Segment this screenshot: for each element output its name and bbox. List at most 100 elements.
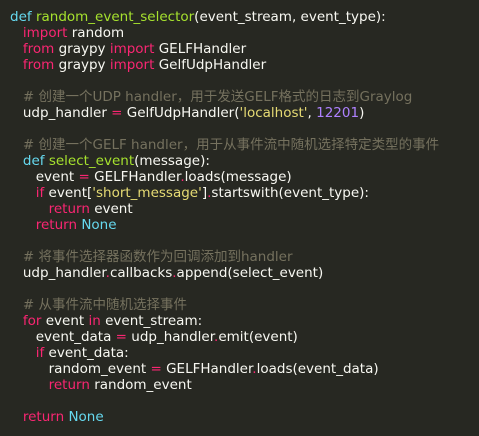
code-token: return [48, 201, 90, 217]
code-token: import [109, 41, 155, 57]
code-line: event_data = udp_handler.emit(event) [10, 329, 479, 345]
code-token: 'short_message' [92, 185, 202, 201]
code-token: if [35, 345, 45, 361]
code-line: # 创建一个UDP handler，用于发送GELF格式的日志到Graylog [10, 89, 479, 105]
code-token: GelfUdpHandler( [122, 105, 240, 121]
code-token: = [78, 169, 90, 185]
code-token: graypy [54, 57, 110, 73]
code-token: graypy [54, 41, 110, 57]
code-token: ) [359, 105, 365, 121]
code-token: callbacks [109, 265, 173, 281]
code-token: random_event [10, 361, 151, 377]
code-token: append(select_event) [176, 265, 324, 281]
code-line: import random [10, 25, 479, 41]
code-token: event_stream: [100, 313, 203, 329]
code-token: GelfUdpHandler [154, 57, 267, 73]
code-line: from graypy import GELFHandler [10, 41, 479, 57]
code-token: import [109, 57, 155, 73]
code-token: # 从事件流中随机选择事件 [22, 297, 187, 313]
code-token: emit(event) [218, 329, 298, 345]
code-token: None [68, 409, 104, 425]
code-token: import [22, 25, 68, 41]
code-token: event[ [44, 185, 93, 201]
code-token: for [22, 313, 42, 329]
code-line: def random_event_selector(event_stream, … [10, 9, 479, 25]
code-line: udp_handler = GelfUdpHandler('localhost'… [10, 105, 479, 121]
code-token: random_event_selector [35, 9, 195, 25]
code-editor[interactable]: def random_event_selector(event_stream, … [0, 0, 479, 436]
code-line: return event [10, 201, 479, 217]
code-token: def [22, 153, 45, 169]
code-line: # 将事件选择器函数作为回调添加到handler [10, 249, 479, 265]
code-line: from graypy import GelfUdpHandler [10, 57, 479, 73]
code-token: event_data [10, 329, 116, 345]
code-token: def [10, 9, 32, 25]
code-token: # 创建一个UDP handler，用于发送GELF格式的日志到Graylog [22, 89, 413, 105]
code-token: = [115, 329, 127, 345]
code-line: # 创建一个GELF handler，用于从事件流中随机选择特定类型的事件 [10, 137, 479, 153]
code-token: loads(message) [184, 169, 292, 185]
code-token: return [48, 377, 90, 393]
code-token: (event_stream, event_type): [194, 9, 386, 25]
code-token: # 将事件选择器函数作为回调添加到handler [22, 249, 293, 265]
code-token: event_data: [44, 345, 129, 361]
code-line: for event in event_stream: [10, 313, 479, 329]
code-token: from [22, 41, 55, 57]
code-token: return [22, 409, 65, 425]
code-token: random [67, 25, 125, 41]
code-token: loads(event_data) [256, 361, 379, 377]
code-token: udp_handler [126, 329, 215, 345]
code-line: if event['short_message'].startswith(eve… [10, 185, 479, 201]
code-line: return None [10, 217, 479, 233]
code-token: event [41, 313, 89, 329]
code-token: GELFHandler [154, 41, 247, 57]
code-token: event [89, 201, 133, 217]
code-token: = [111, 105, 123, 121]
code-token: if [35, 185, 45, 201]
code-line: def select_event(message): [10, 153, 479, 169]
code-token: GELFHandler [161, 361, 253, 377]
code-token: random_event [89, 377, 192, 393]
code-token: (message): [134, 153, 210, 169]
code-token: # 创建一个GELF handler，用于从事件流中随机选择特定类型的事件 [22, 137, 440, 153]
code-token: = [150, 361, 162, 377]
code-line: # 从事件流中随机选择事件 [10, 297, 479, 313]
code-token: event [10, 169, 79, 185]
code-token: 12201 [316, 105, 360, 121]
code-token: startswith(event_type): [211, 185, 369, 201]
code-token: udp_handler [10, 105, 112, 121]
code-line: random_event = GELFHandler.loads(event_d… [10, 361, 479, 377]
code-token: return [35, 217, 78, 233]
code-line: if event_data: [10, 345, 479, 361]
code-token: GELFHandler [89, 169, 181, 185]
code-token: , [307, 105, 317, 121]
code-token: 'localhost' [239, 105, 308, 121]
code-token: udp_handler [10, 265, 106, 281]
code-line: udp_handler.callbacks.append(select_even… [10, 265, 479, 281]
code-token: None [81, 217, 117, 233]
code-token: in [88, 313, 101, 329]
code-token: from [22, 57, 55, 73]
code-line: event = GELFHandler.loads(message) [10, 169, 479, 185]
code-line: return random_event [10, 377, 479, 393]
code-line: return None [10, 409, 479, 425]
